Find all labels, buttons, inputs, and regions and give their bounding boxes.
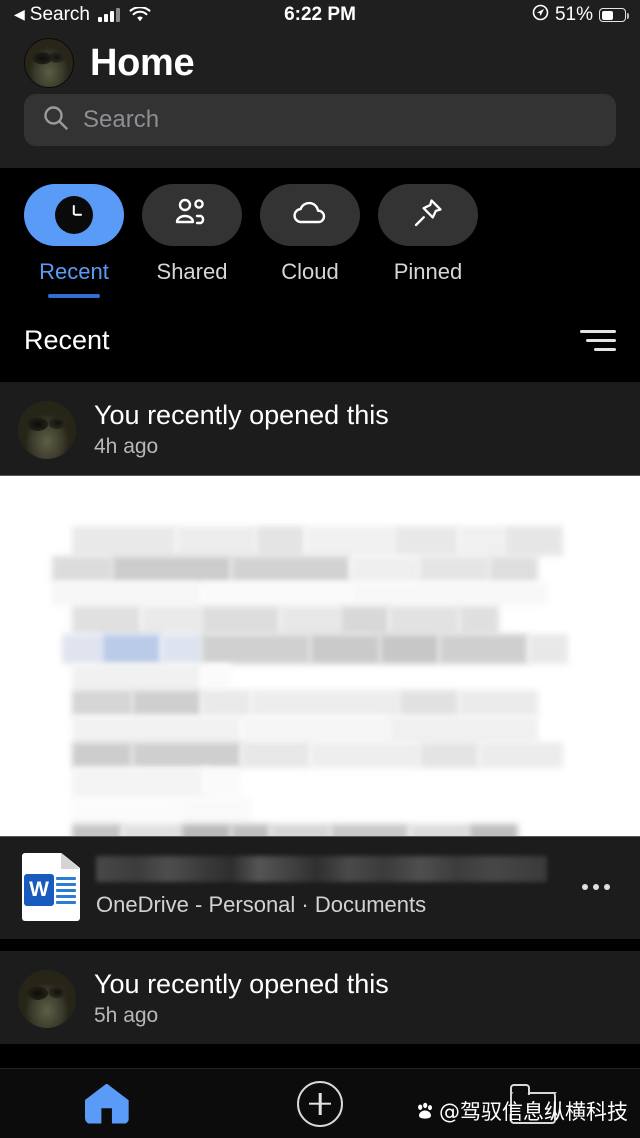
card-activity-text: You recently opened this xyxy=(94,969,389,999)
card-timestamp: 5h ago xyxy=(94,1004,159,1027)
tab-shared-label: Shared xyxy=(156,259,228,284)
battery-icon xyxy=(599,8,629,22)
card-activity-header: You recently opened this 4h ago xyxy=(0,382,640,475)
category-tabs: Recent Shared Cloud Pinned xyxy=(0,168,640,298)
section-header: Recent xyxy=(0,298,640,382)
title-row: Home xyxy=(0,30,640,94)
search-icon xyxy=(42,104,69,136)
tab-underline-placeholder xyxy=(284,294,336,298)
document-preview-redacted-text xyxy=(52,526,568,836)
tab-underline-placeholder xyxy=(166,294,218,298)
sort-filter-icon[interactable] xyxy=(580,329,616,351)
search-input[interactable]: Search xyxy=(24,94,616,146)
nav-create[interactable] xyxy=(213,1069,426,1138)
status-bar: ◀ Search 6:22 PM 51% xyxy=(0,0,640,30)
word-icon-letter: W xyxy=(24,874,54,906)
more-options-icon[interactable] xyxy=(572,863,620,911)
page-title: Home xyxy=(90,41,195,84)
avatar[interactable] xyxy=(24,38,74,88)
status-bar-left: ◀ Search xyxy=(14,4,151,26)
tab-recent-pill xyxy=(24,184,124,246)
tab-cloud-label: Cloud xyxy=(281,259,339,284)
back-arrow-icon[interactable]: ◀ xyxy=(14,7,25,21)
search-placeholder: Search xyxy=(83,106,160,133)
section-title: Recent xyxy=(24,324,110,355)
tab-underline-placeholder xyxy=(402,294,454,298)
home-icon xyxy=(84,1083,129,1124)
clock-icon xyxy=(55,196,93,234)
word-document-icon: W xyxy=(22,853,80,921)
location-arrow-icon xyxy=(532,4,549,27)
tab-active-underline xyxy=(48,294,100,298)
file-row[interactable]: W OneDrive - Personal · Documents xyxy=(0,837,640,939)
app-header: Home Search xyxy=(0,30,640,168)
status-bar-right: 51% xyxy=(532,4,629,27)
tab-cloud[interactable]: Cloud xyxy=(260,184,360,298)
watermark: @驾驭信息纵横科技 xyxy=(415,1096,628,1126)
card-timestamp: 4h ago xyxy=(94,435,159,458)
tab-shared[interactable]: Shared xyxy=(142,184,242,298)
file-name-redacted xyxy=(96,856,547,882)
card-divider xyxy=(0,939,640,951)
tab-shared-pill xyxy=(142,184,242,246)
back-app-label[interactable]: Search xyxy=(30,4,90,26)
tab-pinned[interactable]: Pinned xyxy=(378,184,478,298)
tab-pinned-pill xyxy=(378,184,478,246)
plus-circle-icon xyxy=(296,1080,343,1127)
paw-logo-icon xyxy=(415,1101,435,1121)
avatar xyxy=(18,969,76,1028)
recent-card[interactable]: You recently opened this 4h ago W OneDri… xyxy=(0,382,640,939)
document-preview[interactable] xyxy=(0,475,640,837)
tab-pinned-label: Pinned xyxy=(393,259,463,284)
nav-home[interactable] xyxy=(0,1069,213,1138)
people-icon xyxy=(173,196,211,235)
card-activity-header: You recently opened this 5h ago xyxy=(0,951,640,1044)
cloud-icon xyxy=(290,198,330,233)
card-activity-text: You recently opened this xyxy=(94,400,389,430)
battery-percent-label: 51% xyxy=(554,4,593,25)
recent-card[interactable]: You recently opened this 5h ago xyxy=(0,951,640,1044)
tab-recent[interactable]: Recent xyxy=(24,184,124,298)
wifi-icon xyxy=(129,7,151,23)
tab-cloud-pill xyxy=(260,184,360,246)
file-location: OneDrive - Personal · Documents xyxy=(96,892,427,917)
watermark-text: @驾驭信息纵横科技 xyxy=(439,1100,628,1124)
tab-recent-label: Recent xyxy=(39,259,109,284)
signal-bars-icon xyxy=(97,8,120,22)
pin-icon xyxy=(410,195,446,236)
avatar xyxy=(18,400,76,459)
